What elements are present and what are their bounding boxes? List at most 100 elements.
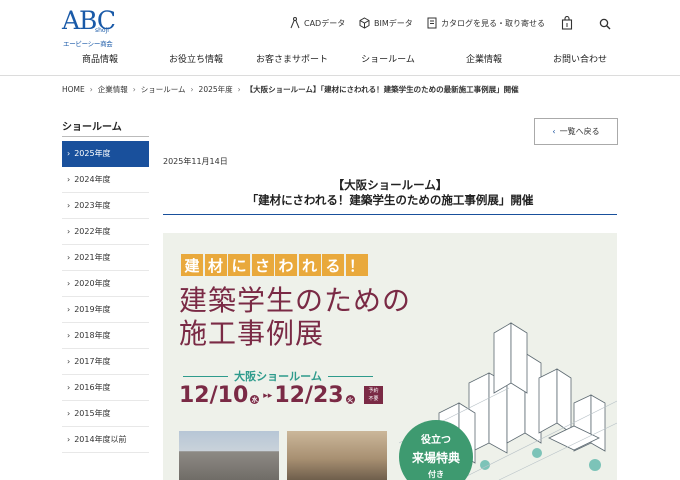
catalog-label: カタログを見る・取り寄せる [441, 18, 545, 28]
nav-products[interactable]: 商品情報 [52, 48, 148, 72]
nav-support[interactable]: お客さまサポート [244, 48, 340, 72]
article-title-line2: 「建材にさわれる！建築学生のための施工事例展」開催 [246, 193, 534, 207]
tagline-char: さ [251, 254, 274, 276]
material-photo [287, 431, 387, 480]
bim-data-link[interactable]: BIMデータ [359, 16, 413, 30]
chevron-right-icon: › [67, 227, 71, 236]
tagline-char: る [322, 254, 344, 276]
chevron-right-icon: › [67, 175, 71, 184]
nav-useful-info[interactable]: お役立ち情報 [148, 48, 244, 72]
catalog-link[interactable]: カタログを見る・取り寄せる [427, 16, 545, 30]
badge-line2: 不要 [368, 396, 379, 402]
banner-venue: 大阪ショールーム [183, 368, 374, 384]
badge-line1: 予約 [368, 388, 379, 394]
sidebar-item-2017[interactable]: › 2017年度 [62, 349, 149, 375]
sidebar-item-label: 2025年度 [74, 149, 111, 158]
breadcrumb-separator: › [132, 85, 136, 94]
chevron-right-icon: › [67, 409, 71, 418]
perk-line2: 来場特典 [411, 451, 460, 465]
date-end: 12/23 [274, 383, 344, 408]
chevron-right-icon: › [67, 305, 71, 314]
tagline-char: 材 [204, 254, 227, 276]
breadcrumb-year[interactable]: 2025年度 [199, 84, 233, 95]
date-start: 12/10 [179, 383, 249, 408]
breadcrumb-home[interactable]: HOME [62, 85, 85, 94]
breadcrumb-separator: › [190, 85, 194, 94]
sidebar-item-label: 2023年度 [74, 201, 111, 210]
sidebar-item-2025[interactable]: › 2025年度 [62, 141, 149, 167]
sidebar-item-2021[interactable]: › 2021年度 [62, 245, 149, 271]
nav-showroom[interactable]: ショールーム [340, 48, 436, 72]
perk-line3: 付き [428, 470, 444, 479]
search-icon[interactable] [599, 15, 613, 30]
sidebar-item-label: 2020年度 [74, 279, 111, 288]
tagline-char: れ [298, 254, 321, 276]
bim-data-label: BIMデータ [374, 18, 413, 28]
chevron-right-icon: › [67, 357, 71, 366]
header-divider [0, 75, 680, 76]
banner-headline: 建築学生のための 施工事例展 [179, 284, 412, 350]
compass-icon [290, 17, 300, 29]
article-title-line1: 【大阪ショールーム】 [332, 178, 448, 192]
sidebar-item-label: 2016年度 [74, 383, 111, 392]
sidebar-item-label: 2018年度 [74, 331, 111, 340]
banner-dates: 12/10 水 ▸▸ 12/23 火 [179, 383, 357, 408]
chevron-right-icon: › [67, 331, 71, 340]
sidebar-item-2015[interactable]: › 2015年度 [62, 401, 149, 427]
sidebar-item-label: 2019年度 [74, 305, 111, 314]
logo-subtitle: エービーシー商会 [63, 40, 113, 48]
catalog-icon [427, 17, 437, 29]
breadcrumb-current: 【大阪ショールーム】「建材にさわれる！建築学生のための最新施工事例展」開催 [245, 85, 519, 94]
article-title: 【大阪ショールーム】 「建材にさわれる！建築学生のための施工事例展」開催 [163, 178, 617, 208]
venue-rule [183, 375, 229, 377]
breadcrumb-showroom[interactable]: ショールーム [141, 84, 186, 95]
title-divider [163, 214, 617, 215]
article-date: 2025年11月14日 [163, 157, 228, 166]
chevron-right-icon: › [67, 279, 71, 288]
sidebar-item-2023[interactable]: › 2023年度 [62, 193, 149, 219]
sidebar-item-2014-earlier[interactable]: › 2014年度以前 [62, 427, 149, 453]
date-start-weekday: 水 [250, 395, 260, 404]
date-arrow-icon: ▸▸ [263, 390, 273, 401]
sidebar-item-label: 2015年度 [74, 409, 111, 418]
chevron-right-icon: › [67, 383, 71, 392]
sidebar-item-label: 2021年度 [74, 253, 111, 262]
sidebar-item-label: 2017年度 [74, 357, 111, 366]
back-to-list-label: 一覧へ戻る [559, 127, 600, 136]
sidebar-item-label: 2022年度 [74, 227, 111, 236]
date-end-weekday: 火 [345, 395, 355, 404]
sidebar-item-label: 2014年度以前 [74, 435, 127, 444]
breadcrumb-company[interactable]: 企業情報 [98, 84, 128, 95]
nav-company[interactable]: 企業情報 [436, 48, 532, 72]
sidebar-item-2020[interactable]: › 2020年度 [62, 271, 149, 297]
global-nav: 商品情報 お役立ち情報 お客さまサポート ショールーム 企業情報 お問い合わせ [52, 48, 628, 72]
sidebar-item-2022[interactable]: › 2022年度 [62, 219, 149, 245]
showroom-photo [179, 431, 279, 480]
sidebar-item-label: 2024年度 [74, 175, 111, 184]
sidebar-item-2024[interactable]: › 2024年度 [62, 167, 149, 193]
site-logo[interactable]: ABC shoji エービーシー商会 [62, 6, 118, 48]
breadcrumb-separator: › [89, 85, 93, 94]
cad-data-link[interactable]: CADデータ [290, 16, 345, 30]
back-to-list-button[interactable]: ‹ 一覧へ戻る [534, 118, 618, 145]
banner-tagline: 建 材 に さ わ れ る ！ [181, 254, 369, 276]
tagline-char: 建 [181, 254, 203, 276]
chevron-right-icon: › [67, 253, 71, 262]
sidebar-title: ショールーム [62, 122, 122, 133]
tagline-char: わ [275, 254, 297, 276]
chevron-right-icon: › [67, 149, 71, 158]
chevron-left-icon: ‹ [552, 127, 556, 136]
sidebar-item-2018[interactable]: › 2018年度 [62, 323, 149, 349]
sidebar-divider [62, 136, 149, 137]
sidebar-item-2019[interactable]: › 2019年度 [62, 297, 149, 323]
cad-data-label: CADデータ [304, 18, 346, 28]
sidebar-year-list: › 2025年度 › 2024年度 › 2023年度 › 2022年度 › 2021年度 … [62, 141, 149, 453]
sidebar-item-2016[interactable]: › 2016年度 [62, 375, 149, 401]
logo-mark: shoji [95, 27, 109, 34]
event-banner: 建 材 に さ わ れ る ！ 建築学生のための 施工事例展 大阪ショールーム … [163, 233, 617, 480]
tagline-char: に [228, 254, 250, 276]
bag-icon[interactable] [561, 15, 575, 30]
nav-contact[interactable]: お問い合わせ [532, 48, 628, 72]
tagline-char: ！ [345, 254, 368, 276]
venue-rule [327, 375, 374, 377]
